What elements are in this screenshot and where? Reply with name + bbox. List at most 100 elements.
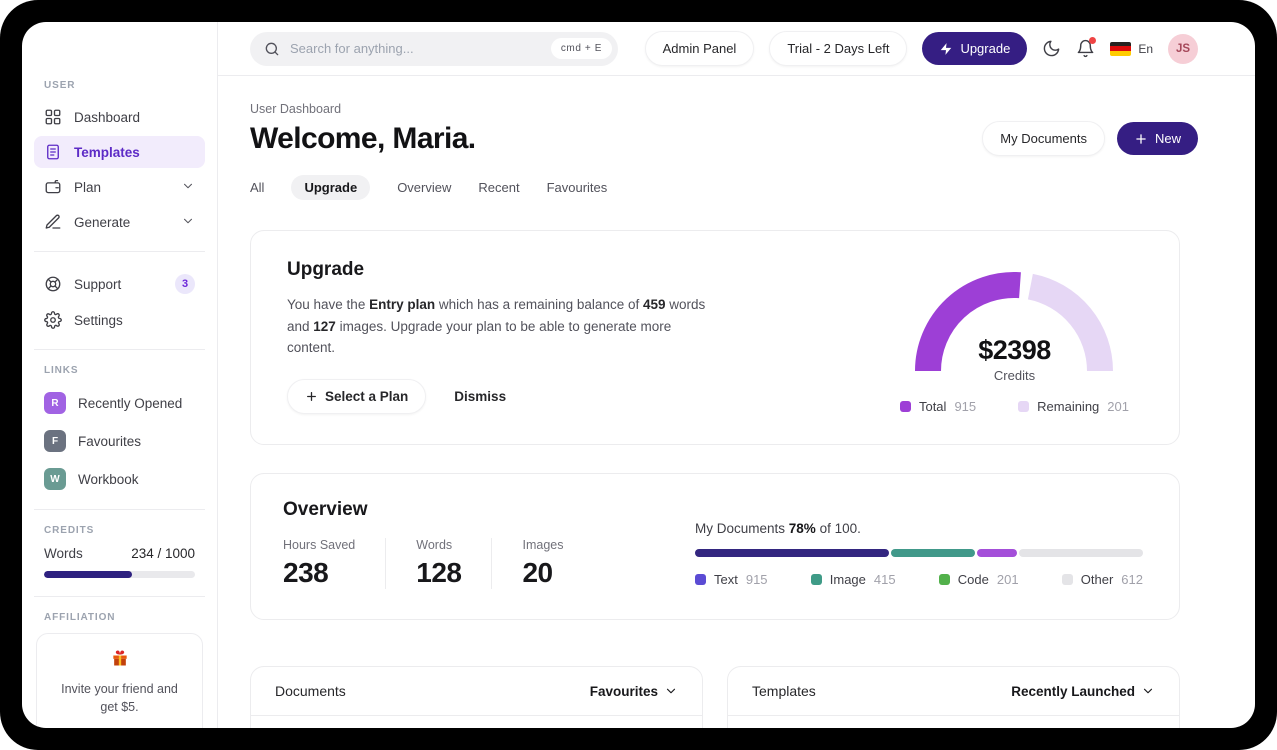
link-label: Workbook	[78, 471, 139, 487]
notifications-button[interactable]	[1076, 37, 1097, 58]
sidebar-section-user: USER	[44, 80, 76, 91]
flag-icon	[1110, 41, 1132, 56]
documents-filter-dropdown[interactable]: Favourites	[590, 684, 678, 699]
gauge-legend: Total 915 Remaining 201	[899, 399, 1129, 414]
sidebar-link-workbook[interactable]: W Workbook	[34, 462, 205, 496]
legend-value: 415	[873, 572, 896, 587]
legend-item-text: Text 915	[695, 572, 768, 587]
sidebar-item-label: Templates	[74, 144, 140, 160]
credits-name: Words	[44, 546, 83, 561]
stat-value: 238	[283, 557, 329, 588]
documents-legend: Text 915 Image 415 Code 201 Other 612	[695, 572, 1143, 587]
bottom-cards: Documents Favourites Untitled Document i…	[250, 666, 1180, 728]
documents-card: Documents Favourites Untitled Document i…	[250, 666, 703, 728]
pencil-icon	[45, 214, 61, 229]
credits-gauge-block: $2398 Credits Total 915 Remaining 201	[899, 259, 1129, 414]
stat-images: Images 20	[491, 538, 593, 589]
sidebar-link-recently-opened[interactable]: R Recently Opened	[34, 386, 205, 420]
gauge-label: Credits	[993, 368, 1036, 383]
body-bold: 459	[642, 297, 666, 312]
dismiss-button[interactable]: Dismiss	[454, 389, 506, 404]
overview-left: Overview Hours Saved 238 Words 128 Image…	[283, 499, 593, 589]
sidebar-item-settings[interactable]: Settings	[34, 304, 205, 336]
legend-item-remaining: Remaining 201	[1018, 399, 1129, 414]
sidebar-divider	[34, 596, 205, 597]
admin-panel-button[interactable]: Admin Panel	[644, 31, 755, 66]
legend-item-total: Total 915	[899, 399, 977, 414]
legend-name: Text	[714, 572, 738, 587]
tab-overview[interactable]: Overview	[397, 175, 451, 200]
sidebar-item-templates[interactable]: Templates	[34, 136, 205, 168]
chevron-down-icon	[1143, 688, 1153, 694]
chevron-down-icon	[181, 214, 195, 231]
documents-card-header: Documents Favourites	[251, 667, 702, 716]
legend-value: 201	[1107, 399, 1129, 414]
legend-value: 915	[954, 399, 977, 414]
chevron-down-icon	[181, 179, 195, 196]
sidebar-item-support[interactable]: Support 3	[34, 267, 205, 301]
stat-label: Hours Saved	[283, 538, 356, 552]
tab-recent[interactable]: Recent	[478, 175, 519, 200]
dark-mode-toggle[interactable]	[1042, 39, 1061, 58]
legend-value: 201	[996, 572, 1019, 587]
search-input[interactable]	[290, 41, 541, 56]
legend-name: Other	[1080, 572, 1114, 587]
sidebar: USER Dashboard Templates Plan Generate S…	[22, 22, 218, 728]
sidebar-item-dashboard[interactable]: Dashboard	[34, 101, 205, 133]
link-initial-badge: F	[44, 430, 66, 452]
templates-icon	[47, 144, 59, 160]
new-button[interactable]: New	[1116, 122, 1198, 155]
legend-swatch	[1061, 574, 1073, 585]
documents-stacked-bar	[695, 549, 1143, 557]
documents-progress-title: My Documents 78% of 100.	[695, 521, 1143, 536]
templates-filter-dropdown[interactable]: Recently Launched	[1011, 684, 1155, 699]
credits-value: 234 / 1000	[131, 546, 195, 561]
legend-name: Total	[918, 399, 947, 414]
documents-progress-block: My Documents 78% of 100. Text 915 Image	[695, 499, 1147, 589]
upgrade-button[interactable]: Upgrade	[922, 32, 1028, 65]
support-count-badge: 3	[175, 274, 195, 294]
new-button-label: New	[1154, 131, 1181, 146]
upgrade-card-body: You have the Entry plan which has a rema…	[287, 294, 719, 359]
upgrade-button-label: Upgrade	[960, 41, 1011, 56]
language-label: En	[1138, 41, 1153, 56]
bar-segment-image	[891, 549, 976, 557]
my-documents-button[interactable]: My Documents	[982, 121, 1105, 156]
tab-upgrade[interactable]: Upgrade	[291, 175, 371, 200]
select-plan-button[interactable]: Select a Plan	[287, 378, 427, 414]
link-label: Favourites	[78, 433, 142, 449]
gauge-value: $2398	[978, 335, 1051, 365]
overview-card: Overview Hours Saved 238 Words 128 Image…	[250, 473, 1180, 620]
page-title: Welcome, Maria.	[250, 121, 476, 155]
breadcrumb: User Dashboard	[250, 102, 342, 116]
main-area: cmd + E Admin Panel Trial - 2 Days Left …	[218, 22, 1255, 728]
lifebuoy-icon	[45, 276, 61, 292]
credits-progress-track	[44, 571, 195, 578]
sidebar-item-generate[interactable]: Generate	[34, 206, 205, 238]
tab-favourites[interactable]: Favourites	[547, 175, 608, 200]
sidebar-divider	[34, 251, 205, 252]
legend-swatch	[695, 574, 706, 585]
upgrade-card-left: Upgrade You have the Entry plan which ha…	[287, 259, 719, 414]
document-list-item[interactable]: Untitled Document in Workbook	[251, 716, 702, 728]
progress-text: of 100.	[815, 521, 861, 536]
legend-swatch	[899, 401, 911, 412]
tab-all[interactable]: All	[250, 175, 264, 200]
filter-label: Favourites	[589, 683, 658, 699]
sidebar-item-label: Settings	[74, 312, 123, 328]
trial-button[interactable]: Trial - 2 Days Left	[769, 31, 908, 66]
user-avatar[interactable]: JS	[1168, 33, 1198, 64]
topbar-actions: Admin Panel Trial - 2 Days Left Upgrade …	[644, 31, 1198, 66]
sidebar-section-links: LINKS	[44, 365, 79, 376]
search-bar[interactable]: cmd + E	[250, 31, 618, 66]
legend-name: Remaining	[1037, 399, 1100, 414]
sidebar-link-favourites[interactable]: F Favourites	[34, 424, 205, 458]
template-list-item[interactable]: Blog Post Title in Workbook	[728, 716, 1179, 728]
sidebar-item-plan[interactable]: Plan	[34, 171, 205, 203]
header-actions: My Documents New	[982, 121, 1198, 156]
language-selector[interactable]: En	[1110, 41, 1153, 56]
sidebar-item-label: Generate	[74, 214, 131, 230]
stat-value: 20	[522, 557, 553, 588]
plus-icon	[1136, 133, 1146, 144]
sidebar-section-credits: CREDITS	[44, 525, 95, 536]
